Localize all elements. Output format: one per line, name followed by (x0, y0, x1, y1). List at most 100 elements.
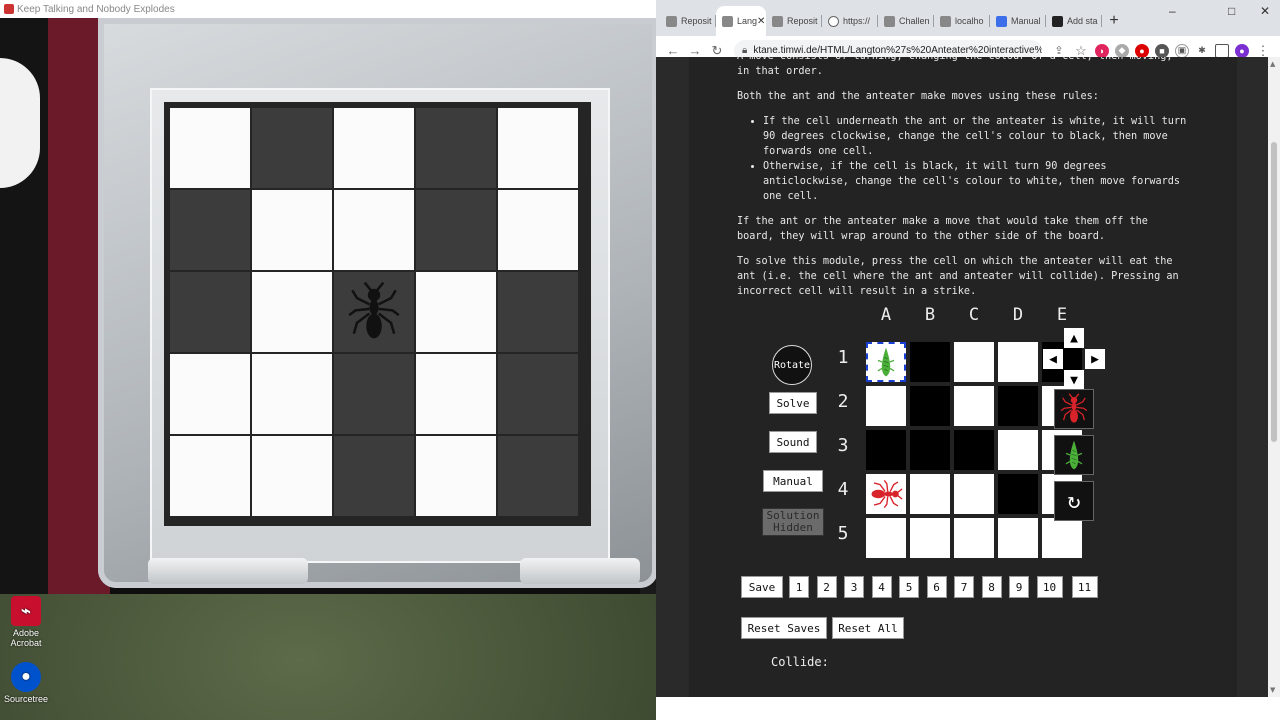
game-board-cell[interactable] (498, 190, 578, 270)
browser-tab[interactable]: localho (934, 6, 990, 36)
game-board-cell[interactable] (498, 108, 578, 188)
scrollbar-thumb[interactable] (1271, 142, 1277, 442)
grid-cell[interactable] (998, 474, 1038, 514)
maximize-button[interactable]: □ (1228, 4, 1235, 18)
game-board-cell[interactable] (334, 108, 414, 188)
side-panel-icon[interactable] (1215, 43, 1229, 58)
save-button[interactable]: Save (741, 576, 783, 598)
browser-tab[interactable]: Add sta (1046, 6, 1102, 36)
grid-cell[interactable] (866, 474, 906, 514)
forward-icon[interactable]: → (684, 43, 706, 58)
extension-dark-icon[interactable]: ■ (1155, 43, 1169, 58)
grid-cell[interactable] (954, 342, 994, 382)
close-tab-icon[interactable]: ✕ (757, 16, 765, 27)
game-board-cell[interactable] (498, 354, 578, 434)
game-board-cell[interactable] (498, 272, 578, 352)
browser-tab[interactable]: Challen (878, 6, 934, 36)
place-anteater-button[interactable] (1054, 435, 1094, 475)
solve-button[interactable]: Solve (769, 392, 817, 414)
game-board-cell[interactable] (416, 190, 496, 270)
solution-hidden-button[interactable]: Solution Hidden (762, 508, 824, 536)
arrow-up-button[interactable]: ▲ (1064, 328, 1084, 348)
grid-cell[interactable] (910, 474, 950, 514)
save-slot-button[interactable]: 1 (789, 576, 809, 598)
save-slot-button[interactable]: 3 (844, 576, 864, 598)
grid-cell[interactable] (998, 342, 1038, 382)
place-ant-button[interactable] (1054, 389, 1094, 429)
grid-cell[interactable] (866, 430, 906, 470)
grid-cell[interactable] (998, 518, 1038, 558)
new-tab-button[interactable]: + (1102, 6, 1126, 36)
rotate-button[interactable]: Rotate (772, 345, 812, 385)
game-board-cell[interactable] (170, 272, 250, 352)
arrow-left-button[interactable]: ◀ (1043, 349, 1063, 369)
grid-cell[interactable] (866, 518, 906, 558)
game-board-cell[interactable] (252, 272, 332, 352)
grid-cell[interactable] (954, 430, 994, 470)
game-board-cell[interactable] (334, 190, 414, 270)
save-slot-button[interactable]: 4 (871, 576, 892, 598)
minimize-button[interactable]: – (1169, 4, 1176, 18)
browser-tab[interactable]: Lang ✕ (716, 6, 766, 36)
game-board-cell[interactable] (416, 436, 496, 516)
grid-cell[interactable] (866, 342, 906, 382)
scroll-up-icon[interactable]: ▲ (1270, 60, 1275, 68)
grid-cell[interactable] (910, 342, 950, 382)
grid-cell[interactable] (954, 386, 994, 426)
game-board-cell[interactable] (252, 436, 332, 516)
extension-icon[interactable]: ◆ (1115, 43, 1129, 58)
grid-cell[interactable] (998, 430, 1038, 470)
game-board-cell[interactable] (170, 436, 250, 516)
save-slot-button[interactable]: 8 (981, 576, 1002, 598)
extension-box-icon[interactable]: ▣ (1175, 43, 1189, 58)
game-board-cell[interactable] (170, 190, 250, 270)
game-board-cell[interactable] (334, 436, 414, 516)
desktop-icon-sourcetree[interactable]: ● Sourcetree (4, 662, 48, 704)
pocket-extension-icon[interactable]: ◗ (1095, 43, 1109, 58)
extension-red-icon[interactable]: ● (1135, 43, 1149, 58)
save-slot-button[interactable]: 11 (1071, 576, 1098, 598)
browser-tab[interactable]: https:// (822, 6, 878, 36)
share-icon[interactable]: ⇪ (1048, 44, 1070, 57)
grid-cell[interactable] (910, 386, 950, 426)
browser-tab[interactable]: Reposit (660, 6, 716, 36)
reset-all-button[interactable]: Reset All (832, 617, 904, 639)
save-slot-button[interactable]: 6 (926, 576, 947, 598)
grid-cell[interactable] (910, 430, 950, 470)
grid-cell[interactable] (998, 386, 1038, 426)
back-icon[interactable]: ← (662, 43, 684, 58)
game-board-cell[interactable] (416, 272, 496, 352)
grid-cell[interactable] (954, 474, 994, 514)
game-board-cell[interactable] (416, 354, 496, 434)
game-board-cell[interactable] (252, 354, 332, 434)
save-slot-button[interactable]: 9 (1009, 576, 1029, 598)
game-board-cell[interactable] (334, 272, 414, 352)
arrow-down-button[interactable]: ▼ (1064, 370, 1084, 390)
save-slot-button[interactable]: 10 (1036, 576, 1063, 598)
save-slot-button[interactable]: 7 (954, 576, 974, 598)
desktop-icon-adobe[interactable]: ⌁ Adobe Acrobat (4, 596, 48, 648)
arrow-right-button[interactable]: ▶ (1085, 349, 1105, 369)
game-board-cell[interactable] (252, 190, 332, 270)
game-board-cell[interactable] (416, 108, 496, 188)
rotate-piece-button[interactable]: ↻ (1054, 481, 1094, 521)
game-board-cell[interactable] (170, 354, 250, 434)
game-board-cell[interactable] (498, 436, 578, 516)
reset-saves-button[interactable]: Reset Saves (741, 617, 827, 639)
save-slot-button[interactable]: 5 (899, 576, 919, 598)
browser-tab[interactable]: Reposit (766, 6, 822, 36)
save-slot-button[interactable]: 2 (816, 576, 837, 598)
grid-cell[interactable] (1042, 518, 1082, 558)
grid-cell[interactable] (866, 386, 906, 426)
close-window-button[interactable]: ✕ (1260, 4, 1270, 18)
grid-cell[interactable] (954, 518, 994, 558)
extensions-puzzle-icon[interactable]: ✱ (1195, 43, 1209, 58)
browser-tab[interactable]: Manual (990, 6, 1046, 36)
game-board-cell[interactable] (334, 354, 414, 434)
sound-button[interactable]: Sound (769, 431, 817, 453)
game-board-cell[interactable] (170, 108, 250, 188)
game-board-cell[interactable] (252, 108, 332, 188)
profile-avatar[interactable]: ● (1235, 43, 1249, 58)
scroll-down-icon[interactable]: ▼ (1270, 686, 1275, 694)
page-scrollbar[interactable]: ▲ ▼ (1268, 57, 1280, 697)
